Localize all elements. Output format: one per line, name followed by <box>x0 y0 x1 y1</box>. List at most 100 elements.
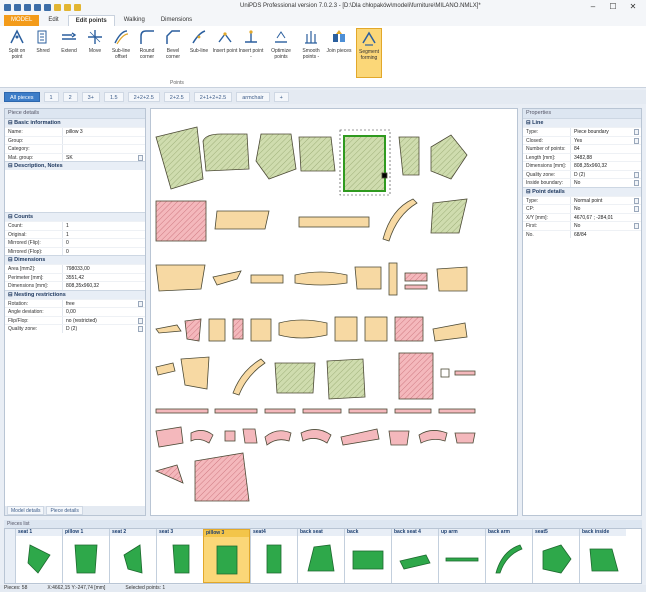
piece-shape[interactable] <box>202 133 250 172</box>
piece-shape[interactable] <box>184 318 202 342</box>
piece-shape[interactable] <box>250 318 272 342</box>
piece-shape[interactable] <box>180 356 210 390</box>
piece-shape[interactable] <box>326 358 366 400</box>
piece-card-back-inside[interactable]: back inside <box>579 529 626 583</box>
description-field[interactable] <box>5 170 145 212</box>
optimize-points-button[interactable]: Optimize points <box>268 28 294 78</box>
tab-dimensions[interactable]: Dimensions <box>154 15 199 26</box>
section-counts[interactable]: ⊟ Counts <box>5 212 145 221</box>
piece-shape[interactable] <box>155 126 204 190</box>
piece-shape[interactable] <box>300 429 332 444</box>
tab-edit-points[interactable]: Edit points <box>67 15 115 26</box>
piece-shape[interactable] <box>388 430 410 446</box>
dropdown-icon[interactable] <box>634 223 639 229</box>
piece-shape[interactable] <box>255 133 297 180</box>
piece-card-pillow-3[interactable]: pillow 3 <box>203 529 250 583</box>
filter-tab-2[interactable]: 2 <box>62 92 78 102</box>
sub-line-button[interactable]: Sub-line <box>186 28 212 78</box>
piece-shape[interactable] <box>454 432 476 444</box>
piece-shape[interactable] <box>440 368 450 378</box>
folder-icon[interactable] <box>54 3 61 11</box>
piece-card-seat-1[interactable]: seat 1 <box>15 529 62 583</box>
close-button[interactable]: ✕ <box>624 2 642 12</box>
piece-shape[interactable] <box>155 408 209 414</box>
piece-card-seat4[interactable]: seat4 <box>250 529 297 583</box>
section-dimensions[interactable]: ⊟ Dimensions <box>5 255 145 264</box>
move-button[interactable]: Move <box>82 28 108 78</box>
zoom-in-icon[interactable] <box>24 3 31 11</box>
piece-shape[interactable] <box>298 136 336 172</box>
piece-card-seat-3[interactable]: seat 3 <box>156 529 203 583</box>
piece-shape[interactable] <box>232 318 244 340</box>
filter-tab-2-2-2-5[interactable]: 2+2+2.5 <box>127 92 160 102</box>
piece-card-up-arm[interactable]: up arm <box>438 529 485 583</box>
redo-icon[interactable] <box>14 3 21 11</box>
piece-shape[interactable] <box>394 408 432 414</box>
section-basic-information[interactable]: ⊟ Basic information <box>5 118 145 127</box>
piece-shape[interactable] <box>264 430 292 446</box>
piece-shape[interactable] <box>348 408 388 414</box>
filter-tab-1-5[interactable]: 1.5 <box>103 92 124 102</box>
filter-tab-all[interactable]: All pieces <box>4 92 40 102</box>
piece-shape[interactable] <box>404 272 428 282</box>
piece-shape[interactable] <box>438 408 476 414</box>
piece-card-back-arm[interactable]: back arm <box>485 529 532 583</box>
piece-shape[interactable] <box>382 198 418 242</box>
section-nesting-restrictions[interactable]: ⊟ Nesting restrictions <box>5 289 145 299</box>
group-field[interactable] <box>63 137 145 145</box>
name-field[interactable]: pillow 3 <box>63 128 145 136</box>
piece-shape[interactable] <box>208 318 226 342</box>
dropdown-icon[interactable] <box>634 171 639 178</box>
add-filter-button[interactable]: + <box>273 92 289 102</box>
maximize-button[interactable]: ☐ <box>604 2 622 12</box>
piece-shape[interactable] <box>430 134 468 180</box>
filter-tab-3plus[interactable]: 3+ <box>81 92 100 102</box>
dropdown-icon[interactable] <box>138 300 143 307</box>
piece-shape[interactable] <box>398 352 434 400</box>
dropdown-icon[interactable] <box>138 326 143 332</box>
quality-zone-select[interactable]: D (2) <box>63 325 145 333</box>
undo-icon[interactable] <box>4 3 11 11</box>
tab-model-details[interactable]: Model details <box>7 506 45 515</box>
piece-shape[interactable] <box>224 430 236 442</box>
extend-button[interactable]: Extend <box>56 28 82 78</box>
piece-shape[interactable] <box>454 370 476 376</box>
piece-shape[interactable] <box>354 266 382 290</box>
piece-shape[interactable] <box>302 408 342 414</box>
filter-tab-armchair[interactable]: armchair <box>236 92 270 102</box>
piece-shape[interactable] <box>242 428 258 444</box>
print-icon[interactable] <box>74 3 81 11</box>
piece-shape[interactable] <box>155 324 182 334</box>
piece-card-pillow-1[interactable]: pillow 1 <box>62 529 109 583</box>
piece-shape[interactable] <box>155 264 206 292</box>
piece-shape[interactable] <box>334 316 358 342</box>
filter-tab-2-2-5[interactable]: 2+2.5 <box>163 92 190 102</box>
sub-line-offset-button[interactable]: Sub-line offset <box>108 28 134 78</box>
zoom-out-icon[interactable] <box>34 3 41 11</box>
section-point-details[interactable]: ⊟ Point details <box>523 186 641 196</box>
shred-button[interactable]: Shred <box>30 28 56 78</box>
dropdown-icon[interactable] <box>634 206 639 212</box>
piece-shape[interactable] <box>212 270 242 286</box>
insert-point-button[interactable]: Insert point <box>212 28 238 78</box>
section-description[interactable]: ⊟ Description, Notes <box>5 161 145 170</box>
flipflop-select[interactable]: no (restricted) <box>63 317 145 325</box>
segment-forming-button[interactable]: Segment forming <box>356 28 382 78</box>
piece-card-back-seat[interactable]: back seat <box>297 529 344 583</box>
model-canvas[interactable] <box>150 108 518 516</box>
save-icon[interactable] <box>64 3 71 11</box>
smooth-points-button[interactable]: Smooth points - <box>298 28 324 78</box>
piece-shape[interactable] <box>364 316 388 342</box>
tab-model[interactable]: MODEL <box>4 15 40 26</box>
piece-shape[interactable] <box>274 362 316 394</box>
piece-shape[interactable] <box>394 316 424 342</box>
piece-shape[interactable] <box>250 274 284 284</box>
rotation-select[interactable]: free <box>63 300 145 308</box>
piece-shape[interactable] <box>190 430 214 444</box>
piece-card-seat5[interactable]: seat5 <box>532 529 579 583</box>
join-pieces-button[interactable]: Join pieces <box>326 28 352 78</box>
piece-shape[interactable] <box>340 428 380 446</box>
mat-group-select[interactable]: SK <box>63 154 145 162</box>
minimize-button[interactable]: – <box>584 2 602 12</box>
insert-point-minus-button[interactable]: Insert point - <box>238 28 264 78</box>
